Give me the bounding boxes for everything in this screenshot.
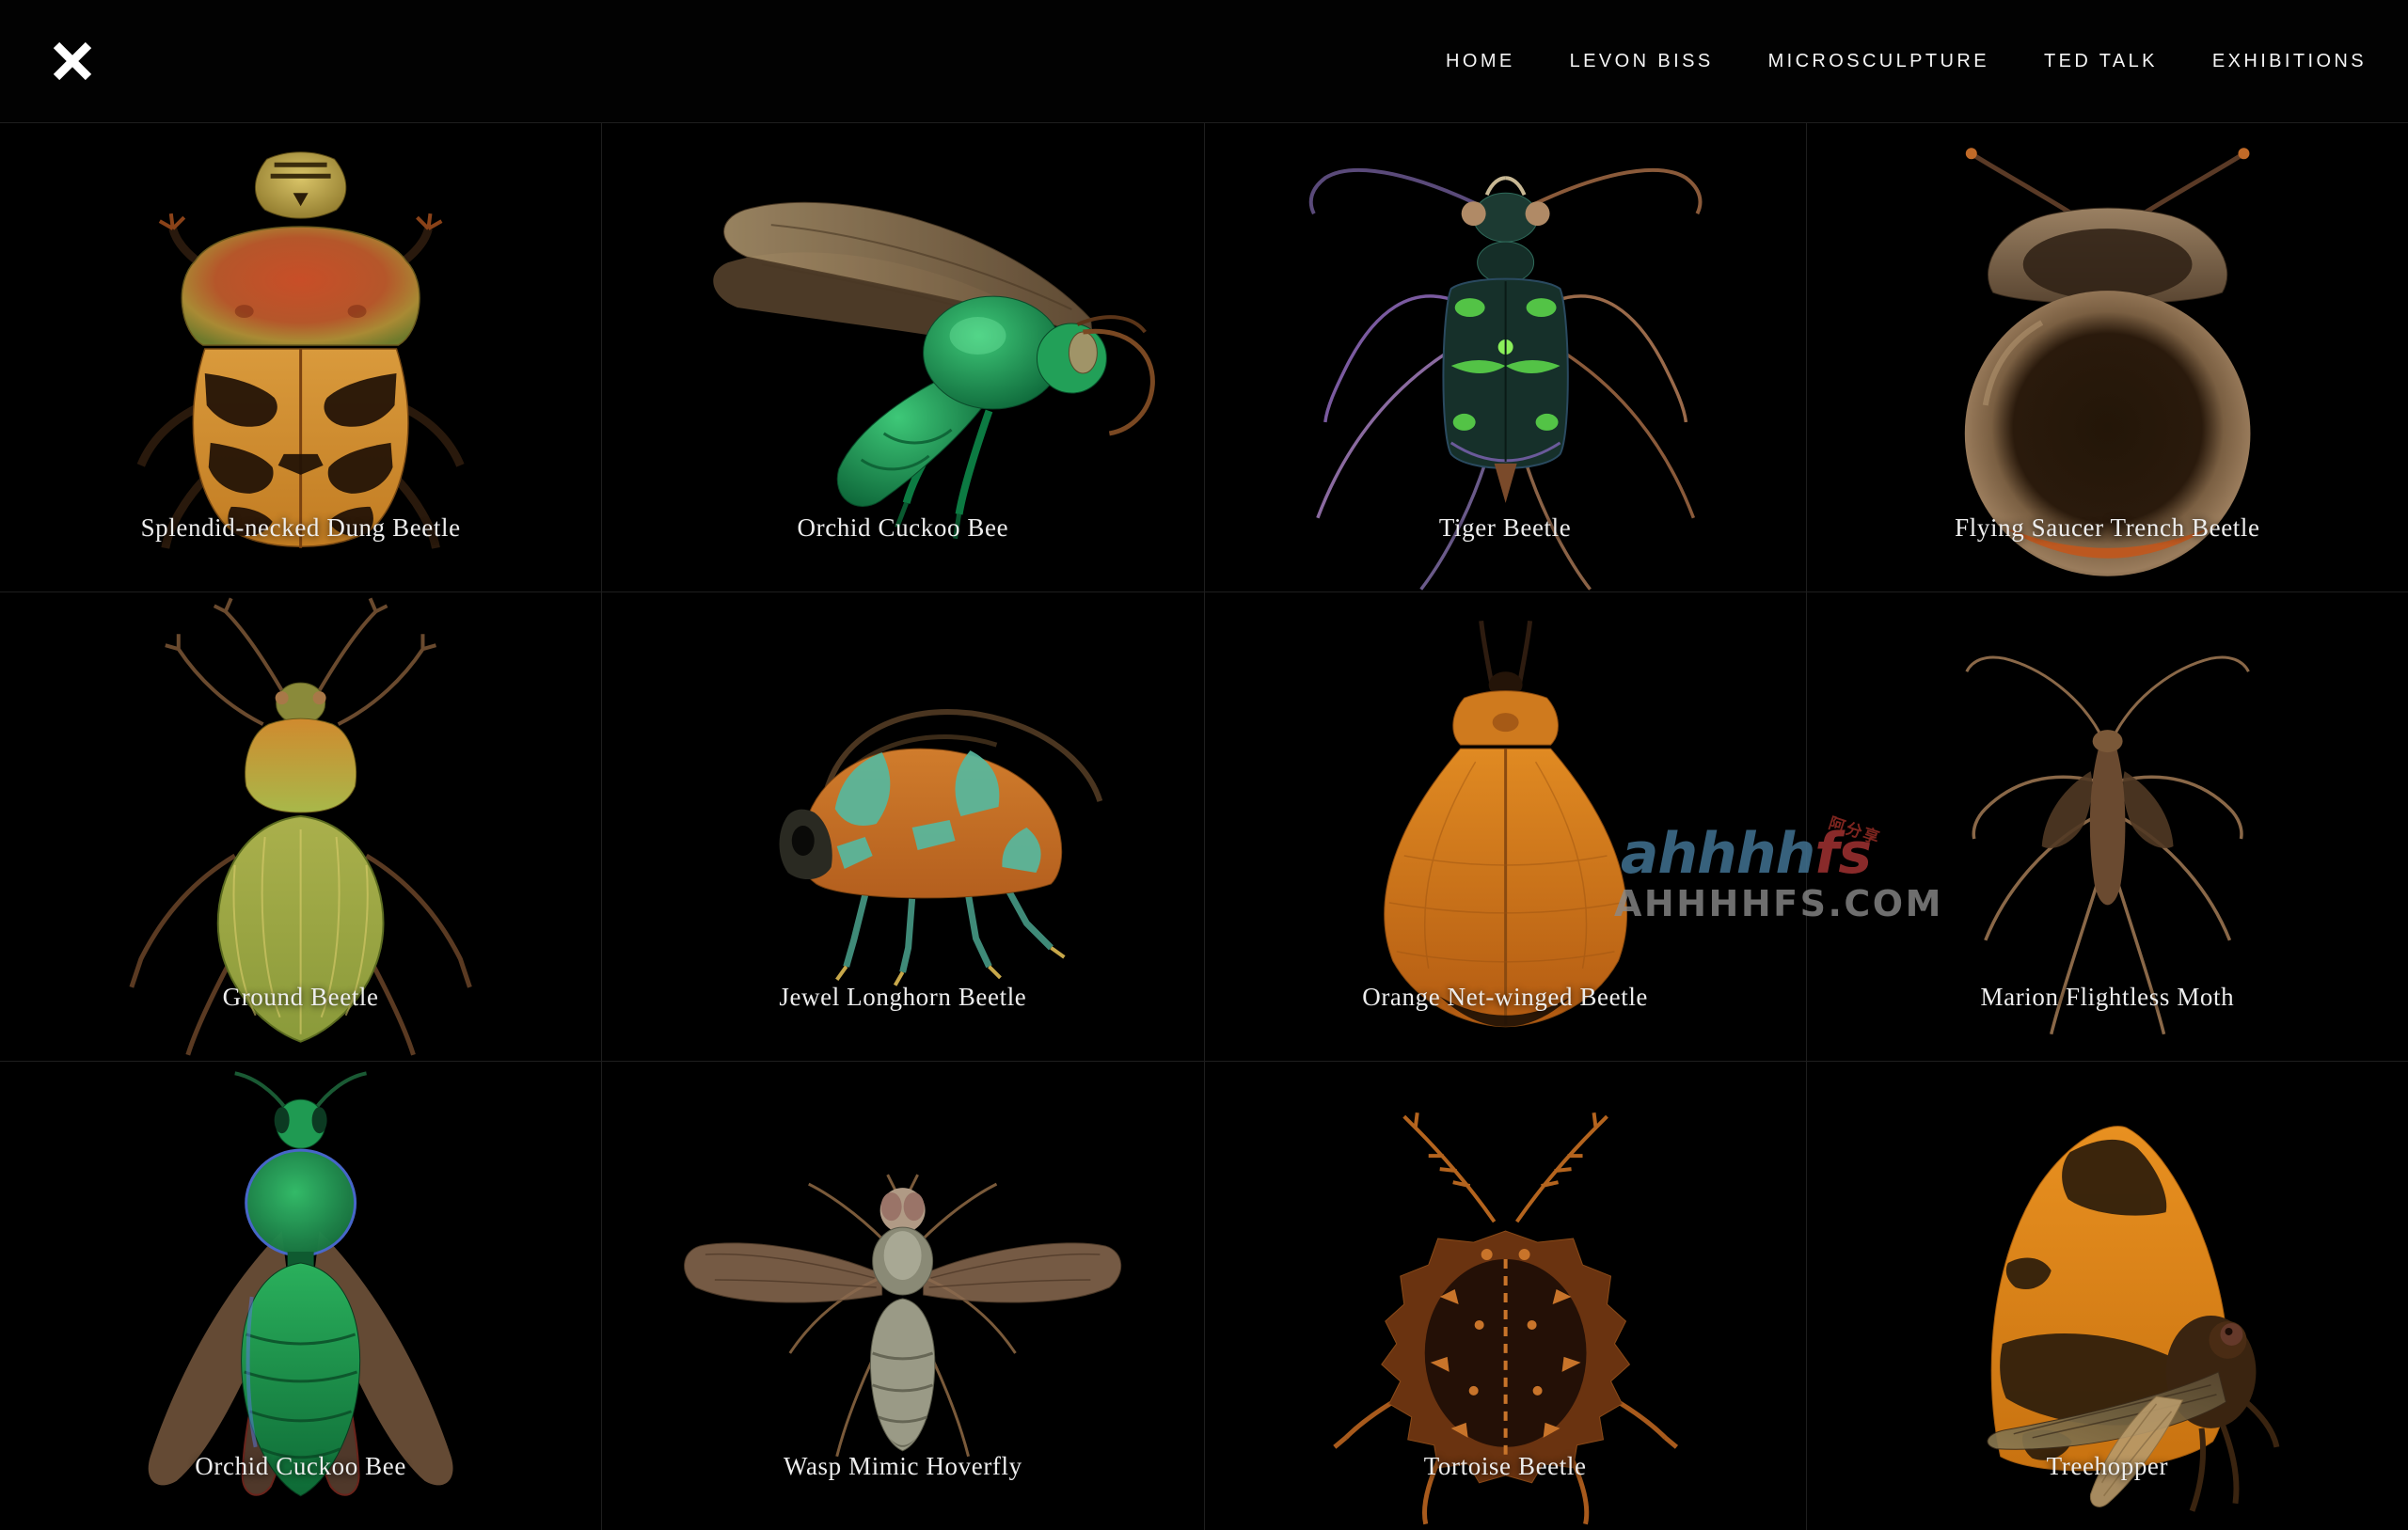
nav-item-levon-biss[interactable]: LEVON BISS	[1570, 51, 1714, 72]
gallery-cell-orange-net-winged-beetle[interactable]: Orange Net-winged Beetle	[1205, 592, 1806, 1061]
gallery-cell-tiger-beetle[interactable]: Tiger Beetle	[1205, 123, 1806, 591]
main-nav: HOME LEVON BISS MICROSCULPTURE TED TALK …	[1446, 0, 2367, 122]
insect-caption: Flying Saucer Trench Beetle	[1807, 513, 2408, 543]
gallery-cell-dung-beetle[interactable]: Splendid-necked Dung Beetle	[0, 123, 601, 591]
insect-caption: Orchid Cuckoo Bee	[0, 1452, 601, 1481]
insect-grid: Splendid-necked Dung Beetle	[0, 122, 2408, 1530]
gallery-cell-ground-beetle[interactable]: Ground Beetle	[0, 592, 601, 1061]
insect-caption: Orchid Cuckoo Bee	[602, 513, 1203, 543]
gallery-cell-jewel-longhorn-beetle[interactable]: Jewel Longhorn Beetle	[602, 592, 1203, 1061]
gallery-cell-flying-saucer-trench-beetle[interactable]: Flying Saucer Trench Beetle	[1807, 123, 2408, 591]
nav-item-microsculpture[interactable]: MICROSCULPTURE	[1768, 51, 1989, 72]
nav-item-home[interactable]: HOME	[1446, 51, 1515, 72]
insect-caption: Jewel Longhorn Beetle	[602, 983, 1203, 1012]
gallery-cell-tortoise-beetle[interactable]: Tortoise Beetle	[1205, 1062, 1806, 1530]
nav-item-ted-talk[interactable]: TED TALK	[2044, 51, 2158, 72]
close-icon	[45, 34, 100, 88]
insect-caption: Splendid-necked Dung Beetle	[0, 513, 601, 543]
top-nav-bar: HOME LEVON BISS MICROSCULPTURE TED TALK …	[0, 0, 2408, 122]
insect-caption: Marion Flightless Moth	[1807, 983, 2408, 1012]
insect-caption: Tortoise Beetle	[1205, 1452, 1806, 1481]
gallery-cell-orchid-cuckoo-bee-side[interactable]: Orchid Cuckoo Bee	[602, 123, 1203, 591]
insect-caption: Ground Beetle	[0, 983, 601, 1012]
gallery-cell-marion-flightless-moth[interactable]: Marion Flightless Moth	[1807, 592, 2408, 1061]
insect-caption: Orange Net-winged Beetle	[1205, 983, 1806, 1012]
insect-caption: Treehopper	[1807, 1452, 2408, 1481]
insect-caption: Wasp Mimic Hoverfly	[602, 1452, 1203, 1481]
gallery-cell-orchid-cuckoo-bee-top[interactable]: Orchid Cuckoo Bee	[0, 1062, 601, 1530]
close-button[interactable]	[45, 34, 100, 88]
gallery-cell-wasp-mimic-hoverfly[interactable]: Wasp Mimic Hoverfly	[602, 1062, 1203, 1530]
microsculpture-gallery-page: HOME LEVON BISS MICROSCULPTURE TED TALK …	[0, 0, 2408, 1530]
nav-item-exhibitions[interactable]: EXHIBITIONS	[2212, 51, 2367, 72]
insect-caption: Tiger Beetle	[1205, 513, 1806, 543]
gallery-cell-treehopper[interactable]: Treehopper	[1807, 1062, 2408, 1530]
